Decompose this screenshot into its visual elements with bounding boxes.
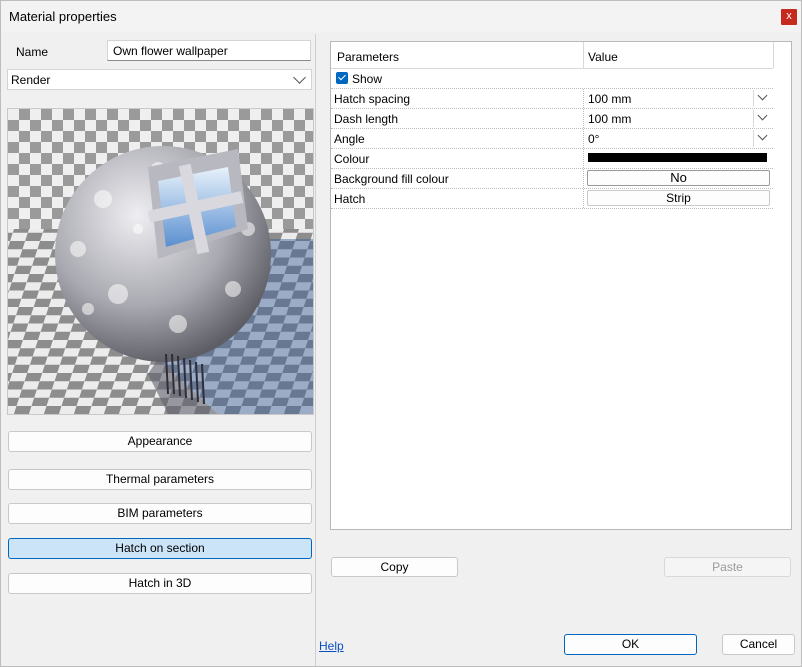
hatch-on-section-button[interactable]: Hatch on section (8, 538, 312, 559)
help-link[interactable]: Help (319, 639, 344, 653)
show-label: Show (352, 72, 383, 86)
render-mode-value: Render (11, 73, 51, 87)
param-row-colour: Colour (331, 149, 773, 169)
bim-parameters-button[interactable]: BIM parameters (8, 503, 312, 524)
chevron-down-icon[interactable] (757, 130, 768, 141)
param-row-angle: Angle 0° (331, 129, 773, 149)
chevron-down-icon[interactable] (757, 90, 768, 101)
grid-header: Parameters Value (331, 42, 774, 69)
param-label: Dash length (334, 112, 399, 126)
close-button[interactable]: x (781, 9, 797, 25)
param-label: Hatch (334, 192, 366, 206)
param-row-hatch: Hatch Strip (331, 189, 773, 209)
hatch-type-button[interactable]: Strip (587, 190, 770, 206)
angle-value[interactable]: 0° (588, 132, 599, 146)
column-header-parameters[interactable]: Parameters (337, 50, 399, 64)
param-label: Hatch spacing (334, 92, 411, 106)
material-name-input[interactable]: Own flower wallpaper (107, 40, 311, 61)
appearance-button[interactable]: Appearance (8, 431, 312, 452)
panel-divider (315, 34, 316, 666)
ok-button[interactable]: OK (564, 634, 697, 655)
hatch-in-3d-button[interactable]: Hatch in 3D (8, 573, 312, 594)
hatch-spacing-value[interactable]: 100 mm (588, 92, 631, 106)
column-header-value[interactable]: Value (588, 50, 618, 64)
colour-swatch[interactable] (588, 153, 767, 162)
material-properties-dialog: Material properties x Name Own flower wa… (0, 0, 802, 667)
name-label: Name (16, 45, 49, 59)
chevron-down-icon[interactable] (757, 110, 768, 121)
dialog-title: Material properties (9, 9, 117, 24)
cancel-button[interactable]: Cancel (722, 634, 795, 655)
copy-button[interactable]: Copy (331, 557, 458, 577)
show-checkbox[interactable] (336, 72, 348, 84)
paste-button[interactable]: Paste (664, 557, 791, 577)
parameters-grid: Parameters Value Show Hatch spacing 100 … (330, 41, 792, 530)
param-label: Background fill colour (334, 172, 449, 186)
param-row-hatch-spacing: Hatch spacing 100 mm (331, 89, 773, 109)
thermal-parameters-button[interactable]: Thermal parameters (8, 469, 312, 490)
param-row-dash-length: Dash length 100 mm (331, 109, 773, 129)
chevron-down-icon (293, 71, 306, 84)
show-row: Show (331, 69, 773, 89)
param-label: Colour (334, 152, 370, 166)
material-preview-image (7, 108, 314, 415)
dash-length-value[interactable]: 100 mm (588, 112, 631, 126)
title-bar: Material properties x (1, 1, 801, 32)
background-fill-button[interactable]: No (587, 170, 770, 186)
render-mode-dropdown[interactable]: Render (7, 69, 312, 90)
param-row-background-fill-colour: Background fill colour No (331, 169, 773, 189)
param-label: Angle (334, 132, 365, 146)
